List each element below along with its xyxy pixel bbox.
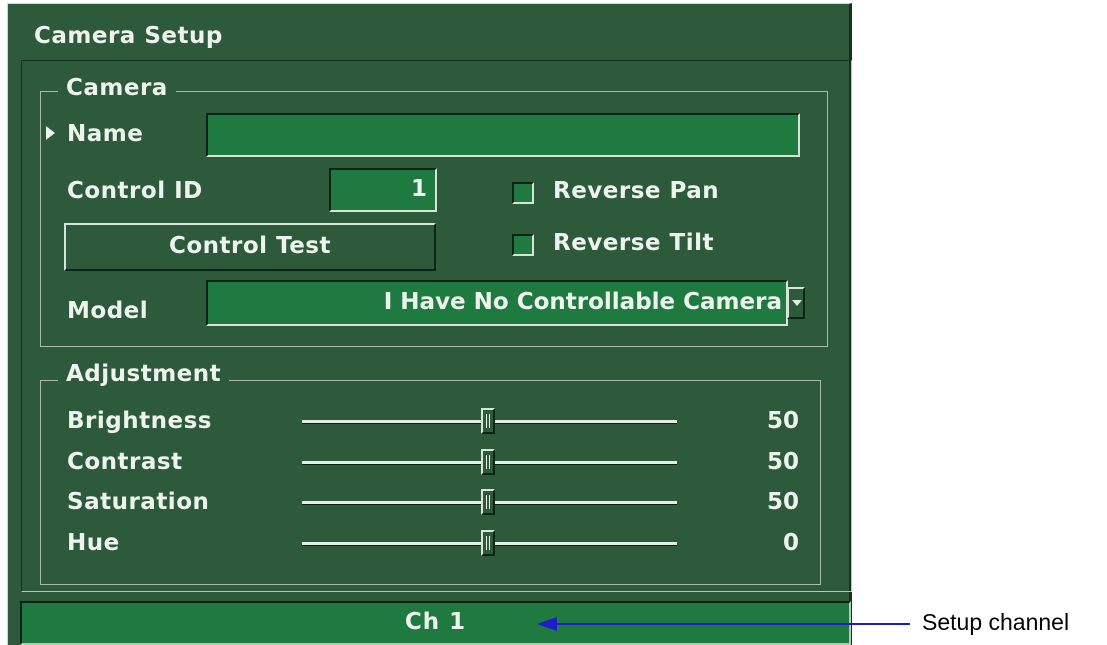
control-test-button[interactable]: Control Test — [64, 223, 436, 271]
brightness-label: Brightness — [67, 408, 212, 434]
saturation-slider-thumb[interactable] — [481, 489, 495, 515]
window-title: Camera Setup — [34, 23, 223, 49]
saturation-value: 50 — [766, 489, 799, 515]
saturation-label: Saturation — [67, 489, 210, 515]
reverse-pan-label: Reverse Pan — [553, 178, 720, 204]
window-content: Camera Name Control ID 1 Reverse Pan Con… — [21, 60, 852, 592]
annotation-label: Setup channel — [922, 609, 1070, 635]
hue-value: 0 — [782, 530, 799, 556]
camera-group-legend: Camera — [58, 75, 176, 101]
model-select[interactable]: I Have No Controllable Camera — [206, 280, 788, 326]
name-input[interactable] — [206, 113, 800, 157]
control-id-label: Control ID — [67, 178, 203, 204]
reverse-pan-checkbox[interactable] — [512, 182, 534, 204]
brightness-slider-thumb[interactable] — [481, 408, 495, 434]
dropdown-arrow-icon[interactable] — [787, 287, 805, 319]
contrast-slider-thumb[interactable] — [481, 449, 495, 475]
camera-setup-window: Camera Setup Camera Name Control ID 1 Re… — [7, 3, 852, 645]
annotation-arrow-icon — [537, 617, 557, 631]
contrast-value: 50 — [766, 449, 799, 475]
hue-slider-thumb[interactable] — [481, 530, 495, 556]
name-label: Name — [67, 121, 144, 147]
current-row-pointer-icon — [46, 126, 55, 140]
contrast-label: Contrast — [67, 449, 183, 475]
control-id-input[interactable]: 1 — [329, 168, 437, 212]
reverse-tilt-label: Reverse Tilt — [553, 230, 714, 256]
hue-label: Hue — [67, 530, 120, 556]
brightness-value: 50 — [766, 408, 799, 434]
adjustment-group-legend: Adjustment — [58, 361, 230, 387]
reverse-tilt-checkbox[interactable] — [512, 234, 534, 256]
model-label: Model — [67, 298, 149, 324]
annotation-line — [556, 623, 910, 625]
